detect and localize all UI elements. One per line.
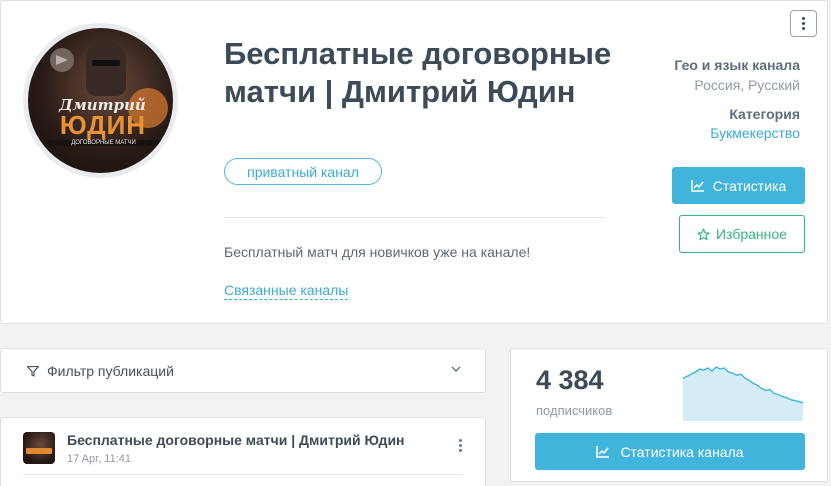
- post-author: Бесплатные договорные матчи | Дмитрий Юд…: [67, 432, 405, 448]
- chevron-down-icon: [451, 366, 461, 373]
- related-channels-link[interactable]: Связанные каналы: [224, 282, 349, 300]
- chart-icon: [690, 179, 704, 192]
- statistics-button-label: Статистика: [712, 177, 787, 194]
- channel-statistics-label: Статистика канала: [620, 443, 744, 460]
- divider: [23, 474, 463, 475]
- subscriber-sparkline: [682, 366, 804, 421]
- filter-label: Фильтр публикаций: [47, 363, 174, 379]
- channel-avatar: Дмитрий ЮДИН ДОГОВОРНЫЕ МАТЧИ: [23, 23, 178, 178]
- sparkline-area: [683, 367, 803, 421]
- dot-icon: [459, 439, 462, 442]
- avatar-glasses: [92, 60, 120, 66]
- channel-title: Бесплатные договорные матчи | Дмитрий Юд…: [224, 36, 612, 109]
- post-avatar: [23, 432, 55, 464]
- geo-language-label: Гео и язык канала: [674, 57, 800, 73]
- dot-icon: [802, 27, 805, 30]
- avatar-text-tagline: ДОГОВОРНЫЕ МАТЧИ: [46, 140, 161, 146]
- dot-icon: [802, 17, 805, 20]
- favorite-button[interactable]: Избранное: [679, 215, 805, 253]
- divider: [224, 217, 605, 218]
- avatar-person: [86, 42, 126, 96]
- star-icon: [697, 227, 710, 240]
- avatar-text-last-name: ЮДИН: [59, 110, 147, 140]
- dot-icon: [802, 22, 805, 25]
- telegram-icon: [50, 48, 74, 72]
- funnel-icon: [27, 366, 39, 377]
- post-more-button[interactable]: [459, 439, 462, 452]
- geo-language-value: Россия, Русский: [694, 77, 800, 93]
- dot-icon: [459, 444, 462, 447]
- publication-filter[interactable]: Фильтр публикаций: [0, 348, 486, 393]
- statistics-button[interactable]: Статистика: [672, 167, 805, 204]
- channel-description: Бесплатный матч для новичков уже на кана…: [224, 244, 531, 260]
- subscribers-card: 4 384 подписчиков Статистика канала: [510, 348, 828, 482]
- dot-icon: [459, 449, 462, 452]
- subscriber-label: подписчиков: [536, 403, 613, 418]
- channel-header-card: Дмитрий ЮДИН ДОГОВОРНЫЕ МАТЧИ Бесплатные…: [0, 0, 828, 324]
- more-options-button[interactable]: [790, 10, 817, 37]
- post-item: Бесплатные договорные матчи | Дмитрий Юд…: [0, 417, 486, 486]
- chart-icon: [596, 445, 610, 458]
- private-channel-badge: приватный канал: [224, 158, 382, 185]
- avatar-image: Дмитрий ЮДИН ДОГОВОРНЫЕ МАТЧИ: [28, 28, 173, 173]
- category-link[interactable]: Букмекерство: [710, 125, 800, 141]
- post-timestamp: 17 Apr, 11:41: [67, 453, 132, 465]
- subscriber-count: 4 384: [536, 365, 604, 395]
- category-label: Категория: [729, 106, 800, 122]
- channel-statistics-button[interactable]: Статистика канала: [535, 433, 805, 470]
- favorite-button-label: Избранное: [716, 226, 787, 242]
